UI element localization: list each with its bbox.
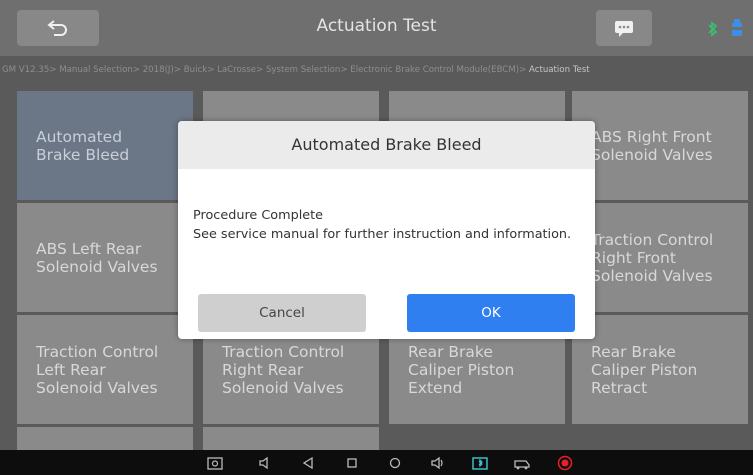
tile-automated-brake-bleed[interactable]: Automated Brake Bleed [17, 91, 193, 200]
chat-icon [615, 21, 633, 37]
app-header: Actuation Test [0, 0, 753, 56]
breadcrumb-current: Actuation Test [529, 65, 590, 75]
ok-button[interactable]: OK [407, 294, 575, 332]
breadcrumb: GM V12.35> Manual Selection> 2018(J)> Bu… [0, 56, 753, 84]
volume-up-icon[interactable] [428, 454, 448, 471]
tile-traction-left-rear[interactable]: Traction Control Left Rear Solenoid Valves [17, 315, 193, 424]
battery-icon [731, 18, 747, 44]
tile-traction-right-front[interactable]: Traction Control Right Front Solenoid Valv… [572, 203, 748, 312]
bluetooth-status-icon [706, 20, 720, 42]
message-button[interactable] [596, 10, 652, 46]
vehicle-icon[interactable] [512, 454, 532, 471]
automated-brake-bleed-dialog: Automated Brake Bleed Procedure Complete… [178, 121, 595, 339]
tile-13[interactable] [17, 427, 193, 450]
tile-abs-right-front[interactable]: ABS Right Front Solenoid Valves [572, 91, 748, 200]
home-icon[interactable] [385, 454, 405, 471]
tile-14[interactable] [203, 427, 379, 450]
volume-down-icon[interactable] [255, 454, 275, 471]
dialog-line-1: Procedure Complete [193, 208, 324, 223]
breadcrumb-path: GM V12.35> Manual Selection> 2018(J)> Bu… [2, 65, 530, 75]
back-nav-icon[interactable] [298, 454, 318, 471]
dialog-message: Procedure Complete See service manual fo… [193, 206, 571, 244]
record-icon[interactable] [555, 454, 575, 471]
system-nav-bar [0, 450, 753, 475]
vci-connect-icon[interactable] [470, 454, 490, 471]
dialog-title: Automated Brake Bleed [178, 121, 595, 169]
recents-icon[interactable] [342, 454, 362, 471]
screenshot-icon[interactable] [205, 454, 225, 471]
tile-rear-caliper-retract[interactable]: Rear Brake Caliper Piston Retract [572, 315, 748, 424]
cancel-button[interactable]: Cancel [198, 294, 366, 332]
tile-abs-left-rear[interactable]: ABS Left Rear Solenoid Valves [17, 203, 193, 312]
dialog-line-2: See service manual for further instructi… [193, 227, 572, 242]
